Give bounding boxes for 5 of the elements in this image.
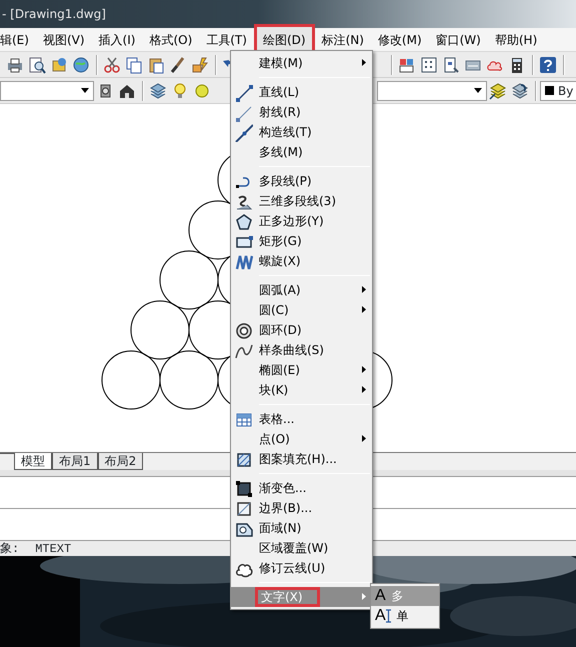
text-glyph: A bbox=[375, 586, 386, 606]
command-prompt: 象: bbox=[0, 540, 20, 558]
window-title: - [Drawing1.dwg] bbox=[2, 6, 106, 23]
text-glyph: A bbox=[375, 606, 386, 626]
command-text: MTEXT bbox=[35, 540, 72, 558]
